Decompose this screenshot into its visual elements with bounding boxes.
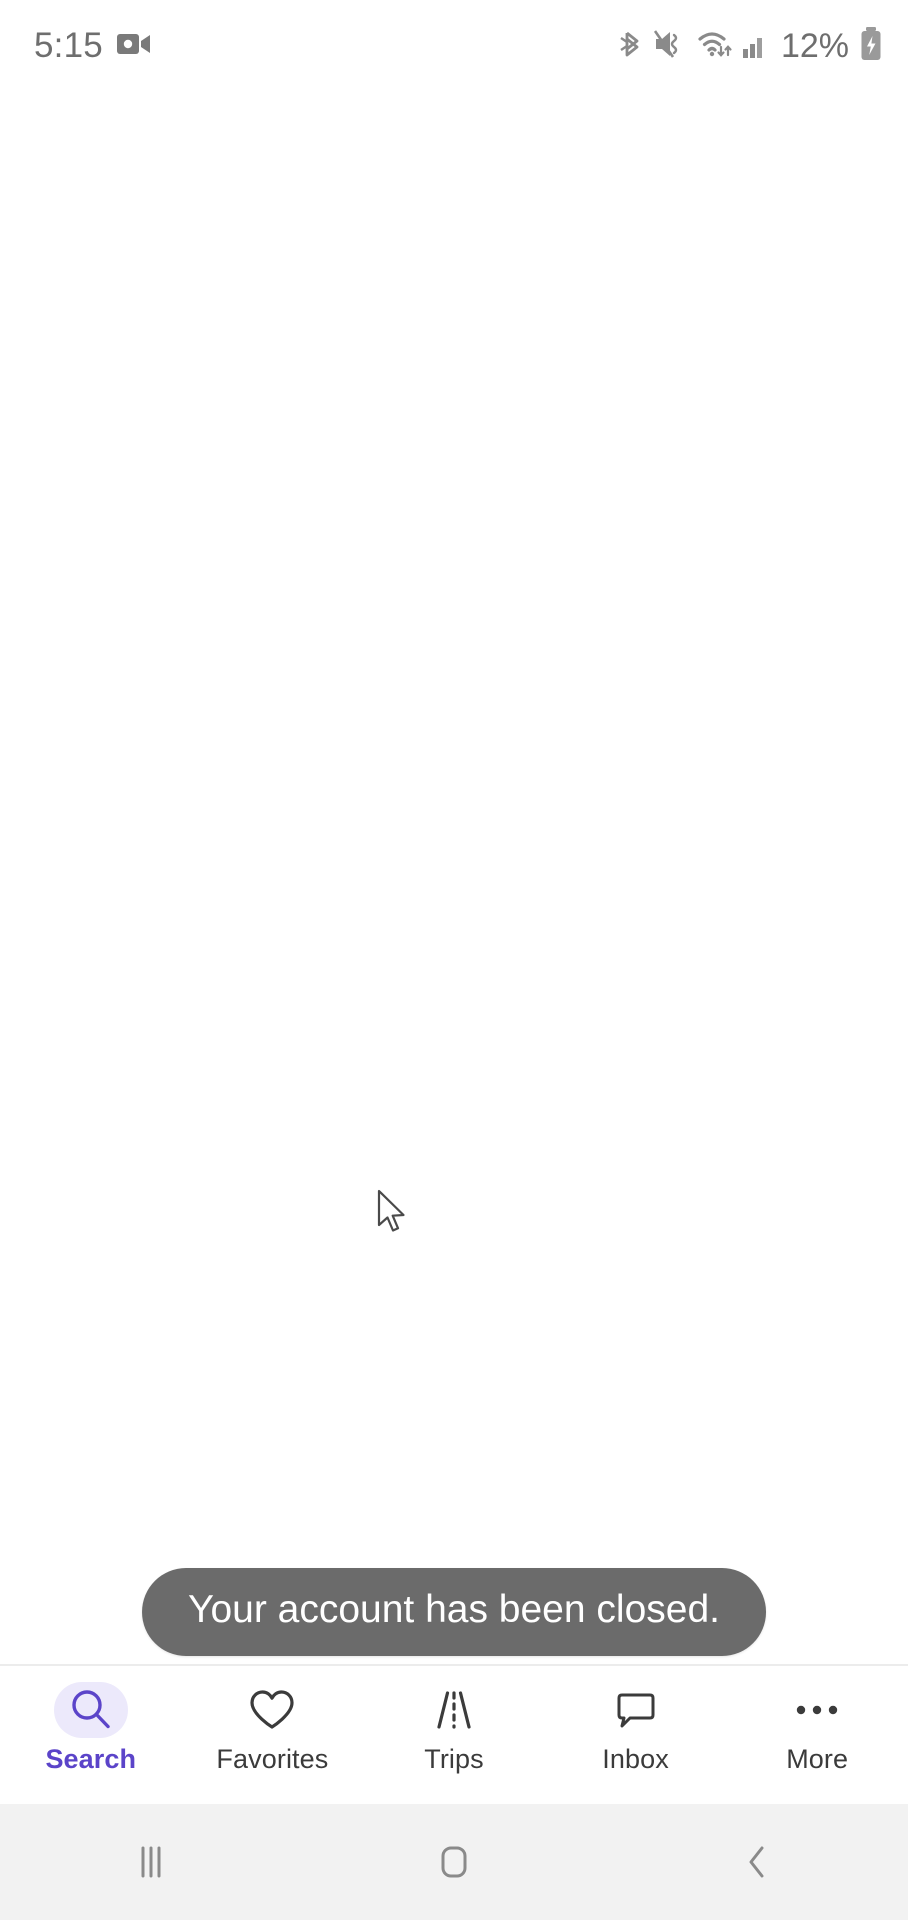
road-icon [411,1682,497,1738]
tab-favorites-label: Favorites [216,1744,329,1774]
back-chevron-icon[interactable] [605,1840,908,1884]
battery-percent-label: 12% [780,26,849,65]
tab-inbox-label: Inbox [602,1744,669,1774]
tab-more[interactable]: More [726,1682,908,1775]
status-bar-right: 12% [619,0,882,92]
tab-favorites[interactable]: Favorites [182,1682,364,1775]
recents-icon[interactable] [0,1842,303,1882]
cellular-signal-icon [742,29,768,64]
tab-trips-label: Trips [424,1744,484,1774]
tab-search-label: Search [45,1744,137,1774]
tab-inbox[interactable]: Inbox [545,1682,727,1775]
tab-more-label: More [786,1744,849,1774]
battery-charging-icon [860,26,882,66]
toast-message: Your account has been closed. [142,1568,766,1656]
mouse-cursor [376,1189,410,1237]
bluetooth-icon [619,28,645,65]
tab-search[interactable]: Search [0,1682,182,1775]
status-bar-left: 5:15 [34,26,151,66]
main-content-area: Your account has been closed. [0,92,908,1664]
speech-bubble-icon [593,1682,679,1738]
wifi-icon [697,28,733,65]
home-icon[interactable] [303,1840,606,1884]
tab-trips[interactable]: Trips [363,1682,545,1775]
ellipsis-icon [774,1682,860,1738]
status-bar-clock: 5:15 [34,26,103,65]
bottom-tab-bar: Search Favorites Trips Inbox More [0,1664,908,1804]
video-camera-icon [116,31,151,62]
mute-vibrate-icon [653,28,688,65]
status-bar: 5:15 12% [0,0,908,92]
magnifier-icon [48,1682,134,1738]
android-system-nav [0,1804,908,1920]
heart-icon [229,1682,315,1738]
phone-screen: 5:15 12% Your account has been closed. S… [0,0,908,1920]
